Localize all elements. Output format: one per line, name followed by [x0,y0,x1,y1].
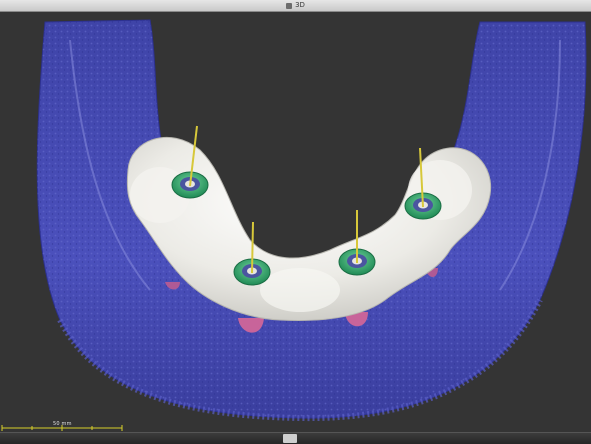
mandible-bone-model[interactable] [36,19,587,422]
3d-scene[interactable] [0,12,591,432]
3d-viewport[interactable] [0,12,591,432]
splitter-handle[interactable] [283,434,297,443]
window-title-label: 3D [295,1,305,9]
scale-bar-label: 50 mm [53,421,72,427]
bottom-status-bar [0,432,591,444]
3d-view-icon [286,2,293,9]
window-title-bar: 3D [0,0,591,12]
drill-pin[interactable] [251,221,254,274]
window-title: 3D [0,0,591,11]
